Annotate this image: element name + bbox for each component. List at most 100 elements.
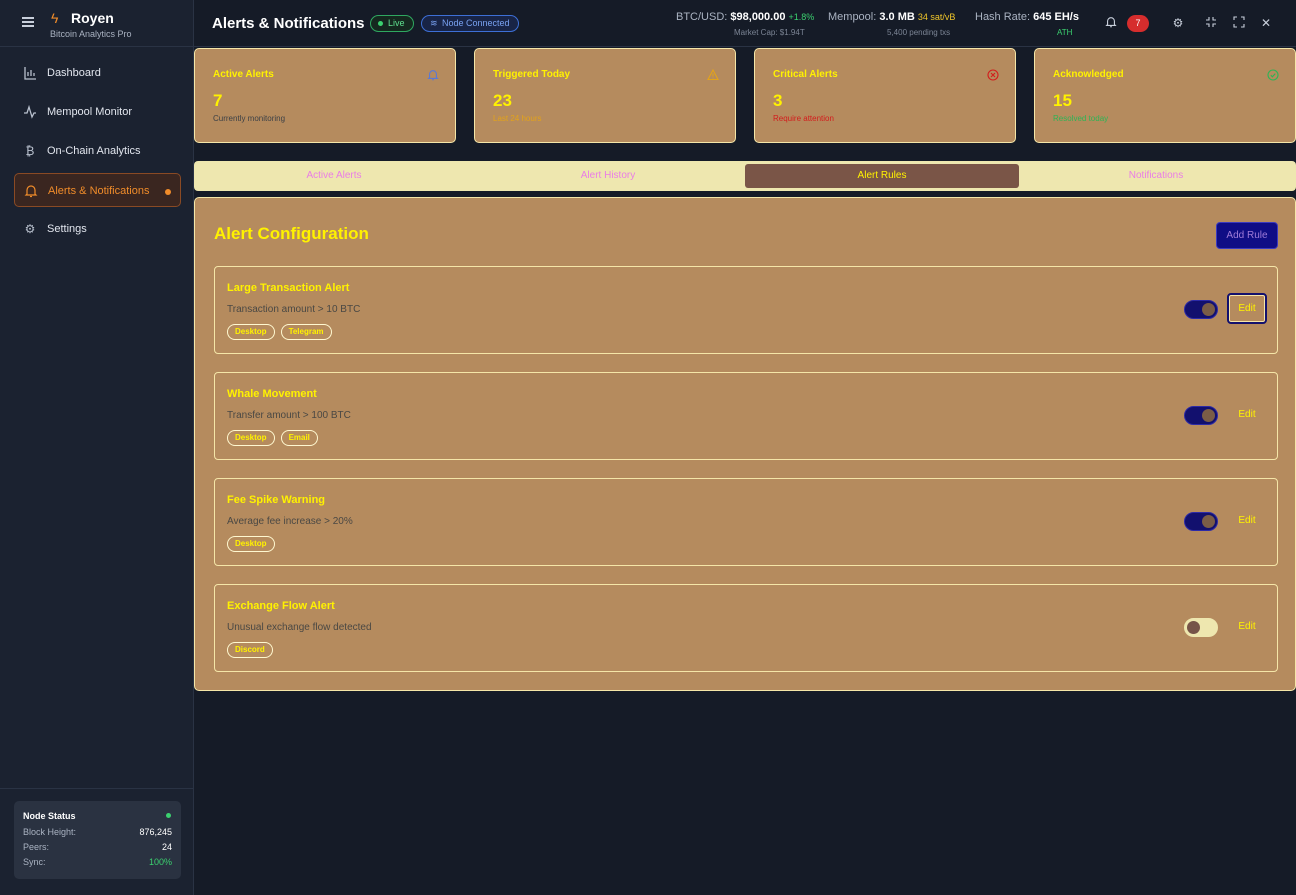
- rule-channels: Desktop: [227, 536, 275, 552]
- wifi-icon: ≋: [430, 18, 438, 28]
- channel-tag: Email: [280, 430, 318, 446]
- card-subtitle: Currently monitoring: [213, 114, 286, 123]
- app-subtitle: Bitcoin Analytics Pro: [50, 29, 132, 39]
- rule-name: Fee Spike Warning: [227, 494, 326, 506]
- edit-rule-button[interactable]: Edit: [1227, 611, 1267, 642]
- node-status-card: Node Status Block Height: 876,245 Peers:…: [14, 801, 181, 879]
- stat-card-acknowledged: Acknowledged 15 Resolved today: [1034, 48, 1296, 143]
- stat-card-critical-alerts: Critical Alerts 3 Require attention: [754, 48, 1016, 143]
- warning-icon: [706, 68, 719, 82]
- peers-value: 24: [161, 842, 172, 852]
- sidebar-item-label: Settings: [47, 223, 87, 235]
- gear-icon: ⚙: [24, 222, 36, 236]
- tab-alert-history[interactable]: Alert History: [471, 164, 745, 188]
- app-window: ϟ Royen Bitcoin Analytics Pro Dashboard …: [0, 0, 1296, 895]
- fullscreen-icon[interactable]: [1232, 16, 1246, 30]
- rule-enabled-toggle[interactable]: [1184, 300, 1218, 319]
- sidebar-item-mempool-monitor[interactable]: Mempool Monitor: [14, 95, 181, 129]
- toggle-knob: [1202, 515, 1215, 528]
- rule-channels: Discord: [227, 642, 273, 658]
- sync-value: 100%: [148, 857, 172, 867]
- sidebar-item-settings[interactable]: ⚙ Settings: [14, 212, 181, 246]
- node-status-indicator: [166, 813, 171, 818]
- x-circle-icon: [986, 69, 999, 82]
- card-title: Triggered Today: [493, 69, 571, 80]
- page-title: Alerts & Notifications: [212, 15, 365, 32]
- sidebar: ϟ Royen Bitcoin Analytics Pro Dashboard …: [0, 0, 194, 895]
- node-status-title: Node Status: [23, 811, 76, 821]
- tab-notifications[interactable]: Notifications: [1019, 164, 1293, 188]
- market-cap: Market Cap: $1.94T: [734, 28, 805, 37]
- card-value: 15: [1053, 91, 1072, 110]
- notification-count-badge: 7: [1127, 15, 1149, 32]
- card-subtitle: Require attention: [773, 114, 834, 123]
- card-subtitle: Resolved today: [1053, 114, 1109, 123]
- add-rule-button[interactable]: Add Rule: [1216, 222, 1278, 249]
- edit-rule-button[interactable]: Edit: [1227, 505, 1267, 536]
- alerts-tab-bar: Active Alerts Alert History Alert Rules …: [194, 161, 1296, 191]
- tab-active-alerts[interactable]: Active Alerts: [197, 164, 471, 188]
- rule-channels: Desktop Telegram: [227, 324, 332, 340]
- close-icon[interactable]: ✕: [1259, 16, 1273, 30]
- rule-name: Large Transaction Alert: [227, 282, 350, 294]
- sidebar-nav: Dashboard Mempool Monitor ₿ On-Chain Ana…: [14, 56, 181, 251]
- mempool-fee: 34 sat/vB: [917, 12, 956, 22]
- rule-card-fee-spike: Fee Spike Warning Average fee increase >…: [214, 478, 1278, 566]
- hash-rate-sub: ATH: [1057, 28, 1073, 37]
- hash-label: Hash Rate:: [975, 11, 1031, 23]
- sidebar-item-dashboard[interactable]: Dashboard: [14, 56, 181, 90]
- mempool-label: Mempool:: [828, 11, 877, 23]
- node-connected-label: Node Connected: [442, 18, 510, 28]
- rule-card-large-transaction: Large Transaction Alert Transaction amou…: [214, 266, 1278, 354]
- gear-icon[interactable]: ⚙: [1171, 16, 1185, 30]
- btc-change: +1.8%: [788, 12, 815, 22]
- rule-enabled-toggle[interactable]: [1184, 406, 1218, 425]
- minimize-icon[interactable]: [1204, 16, 1218, 30]
- bell-icon[interactable]: [1104, 16, 1118, 30]
- sidebar-item-label: Alerts & Notifications: [48, 185, 150, 197]
- card-value: 23: [493, 91, 512, 110]
- hash-rate: 645 EH/s: [1033, 11, 1079, 23]
- bell-icon: [24, 184, 38, 198]
- btc-price-stat: BTC/USD: $98,000.00 +1.8%: [676, 11, 814, 23]
- sidebar-divider: [0, 788, 193, 789]
- channel-tag: Telegram: [280, 324, 332, 340]
- btc-label: BTC/USD:: [676, 11, 728, 23]
- alert-configuration-panel: Alert Configuration Add Rule Large Trans…: [194, 197, 1296, 691]
- rule-enabled-toggle[interactable]: [1184, 618, 1218, 637]
- sync-row: Sync: 100%: [23, 857, 172, 872]
- block-height-value: 876,245: [139, 827, 172, 837]
- stat-card-triggered-today: Triggered Today 23 Last 24 hours: [474, 48, 736, 143]
- tab-alert-rules[interactable]: Alert Rules: [745, 164, 1019, 188]
- node-connected-badge: ≋ Node Connected: [421, 15, 519, 32]
- edit-rule-button[interactable]: Edit: [1227, 293, 1267, 324]
- hash-rate-stat: Hash Rate: 645 EH/s: [975, 11, 1079, 23]
- app-name: Royen: [71, 10, 114, 26]
- bell-icon: [426, 69, 439, 82]
- menu-icon[interactable]: [22, 17, 34, 27]
- toggle-knob: [1187, 621, 1200, 634]
- channel-tag: Discord: [227, 642, 273, 658]
- card-title: Active Alerts: [213, 69, 274, 80]
- lightning-icon: ϟ: [51, 10, 59, 26]
- rule-card-exchange-flow: Exchange Flow Alert Unusual exchange flo…: [214, 584, 1278, 672]
- stat-card-active-alerts: Active Alerts 7 Currently monitoring: [194, 48, 456, 143]
- card-value: 3: [773, 91, 783, 110]
- edit-rule-button[interactable]: Edit: [1227, 399, 1267, 430]
- rule-description: Transaction amount > 10 BTC: [227, 304, 361, 315]
- rule-card-whale-movement: Whale Movement Transfer amount > 100 BTC…: [214, 372, 1278, 460]
- card-value: 7: [213, 91, 223, 110]
- activity-icon: [23, 104, 37, 119]
- toggle-knob: [1202, 303, 1215, 316]
- card-title: Acknowledged: [1053, 69, 1124, 80]
- sidebar-item-on-chain-analytics[interactable]: ₿ On-Chain Analytics: [14, 134, 181, 168]
- rule-enabled-toggle[interactable]: [1184, 512, 1218, 531]
- sidebar-item-alerts-notifications[interactable]: Alerts & Notifications: [14, 173, 181, 207]
- rule-description: Unusual exchange flow detected: [227, 622, 372, 633]
- brand-header: ϟ Royen Bitcoin Analytics Pro: [0, 0, 193, 47]
- channel-tag: Desktop: [227, 324, 275, 340]
- card-subtitle: Last 24 hours: [493, 114, 542, 123]
- rule-channels: Desktop Email: [227, 430, 318, 446]
- rule-name: Whale Movement: [227, 388, 317, 400]
- channel-tag: Desktop: [227, 430, 275, 446]
